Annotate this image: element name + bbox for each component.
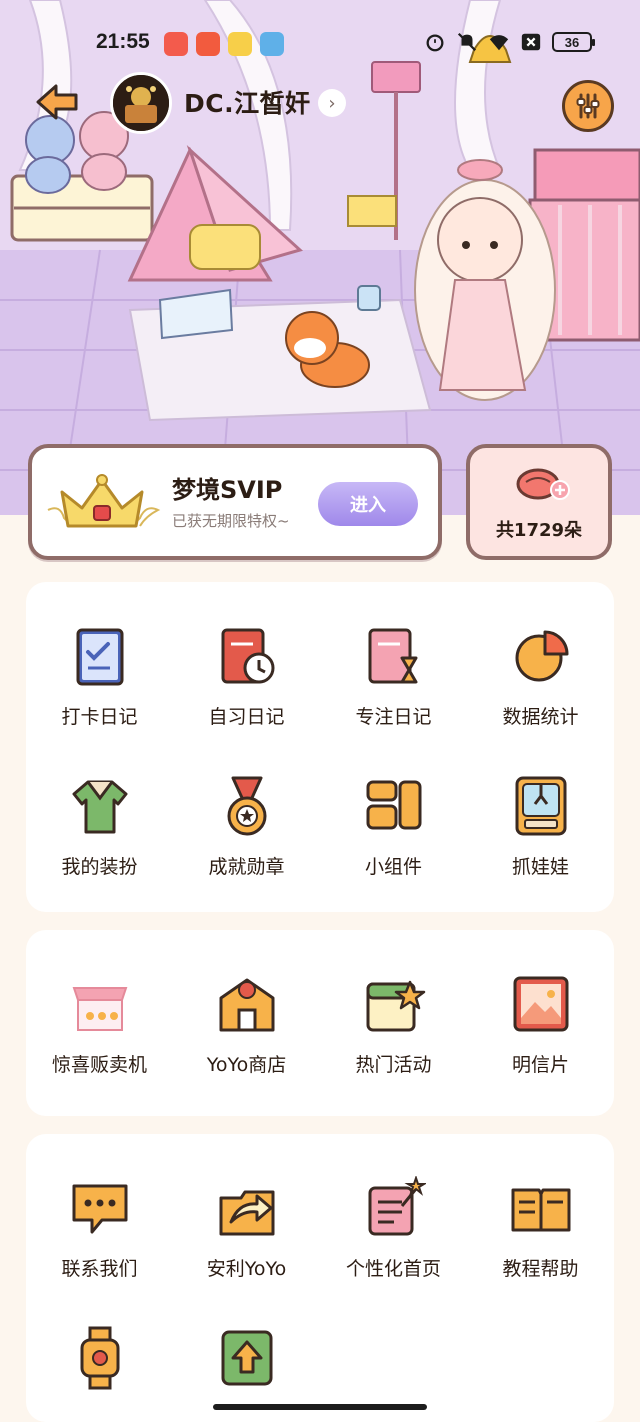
mute-icon xyxy=(457,32,477,52)
vip-card[interactable]: 梦境SVIP 已获无期限特权~ 进入 xyxy=(28,444,442,560)
grid-item-tutorial-help[interactable]: 教程帮助 xyxy=(467,1176,614,1281)
settings-button[interactable] xyxy=(562,80,614,132)
grid-item-watch[interactable] xyxy=(26,1326,173,1404)
feature-grid-other: 联系我们 安利YoYo 个性化首页 教程帮助 xyxy=(26,1134,614,1422)
grid-item-claw-machine[interactable]: 抓娃娃 xyxy=(467,774,614,879)
grid-item-label: 自习日记 xyxy=(208,706,285,728)
watch-icon xyxy=(80,1326,119,1390)
grid-item-share-yoyo[interactable]: 安利YoYo xyxy=(173,1176,320,1281)
grid-item-label: 惊喜贩卖机 xyxy=(51,1054,147,1076)
grid-item-label: 教程帮助 xyxy=(502,1258,579,1280)
grid-item-widgets[interactable]: 小组件 xyxy=(320,774,467,879)
grid-item-label: 安利YoYo xyxy=(206,1258,287,1280)
grid-item-label: 专注日记 xyxy=(355,706,432,728)
grid-item-vending-machine[interactable]: 惊喜贩卖机 xyxy=(26,972,173,1077)
user-name[interactable]: DC.江皙奸 xyxy=(184,84,311,120)
grid-item-label: 我的装扮 xyxy=(61,856,138,878)
room-scene xyxy=(0,0,640,515)
pie-chart-icon xyxy=(515,630,568,682)
sliders-icon xyxy=(576,93,600,119)
vip-enter-button[interactable]: 进入 xyxy=(318,482,418,526)
chevron-right-icon[interactable]: › xyxy=(318,89,346,117)
vending-machine-icon xyxy=(72,987,127,1031)
avatar-image xyxy=(113,75,169,131)
study-diary-icon xyxy=(221,628,274,684)
postcard-icon xyxy=(513,976,568,1032)
grid-item-label: YoYo商店 xyxy=(206,1054,287,1076)
outfit-icon xyxy=(72,780,127,834)
grid-item-study-diary[interactable]: 自习日记 xyxy=(173,624,320,729)
back-button[interactable] xyxy=(34,82,80,122)
battery-indicator: 36 xyxy=(552,32,595,52)
status-bar: 21:55 36 xyxy=(0,20,640,66)
grid-item-label: 打卡日记 xyxy=(61,706,138,728)
weibo-icon xyxy=(164,32,188,56)
grid-item-label: 明信片 xyxy=(511,1054,569,1076)
chat-bubble-icon xyxy=(72,1184,127,1234)
close-box-icon xyxy=(521,33,541,51)
vip-subtitle: 已获无期限特权~ xyxy=(172,512,290,530)
grid-item-label: 联系我们 xyxy=(61,1258,138,1280)
grid-item-postcard[interactable]: 明信片 xyxy=(467,972,614,1077)
grid-item-statistics[interactable]: 数据统计 xyxy=(467,624,614,729)
wifi-icon xyxy=(489,35,509,51)
focus-diary-icon xyxy=(368,628,417,684)
book-icon xyxy=(511,1188,570,1232)
grid-item-label: 小组件 xyxy=(364,856,422,878)
share-icon xyxy=(219,1190,274,1236)
personalize-icon xyxy=(368,1176,426,1236)
app-icon xyxy=(228,32,252,56)
grid-item-label: 数据统计 xyxy=(502,706,579,728)
vip-title: 梦境SVIP xyxy=(172,476,283,504)
crown-icon xyxy=(47,474,161,528)
home-indicator[interactable] xyxy=(213,1404,427,1410)
grid-item-label: 个性化首页 xyxy=(345,1258,441,1280)
app-icon xyxy=(196,32,220,56)
alarm-icon xyxy=(426,34,444,52)
battery-level: 36 xyxy=(564,34,580,50)
feature-grid-shop: 惊喜贩卖机 YoYo商店 热门活动 明信片 xyxy=(26,930,614,1116)
room-illustration xyxy=(0,0,640,515)
grid-item-upload[interactable] xyxy=(173,1326,320,1404)
grid-item-shop[interactable]: YoYo商店 xyxy=(173,972,320,1077)
app-icon xyxy=(260,32,284,56)
status-right: 36 xyxy=(424,30,595,54)
grid-item-focus-diary[interactable]: 专注日记 xyxy=(320,624,467,729)
grid-item-outfit[interactable]: 我的装扮 xyxy=(26,774,173,879)
grid-item-label: 热门活动 xyxy=(355,1054,432,1076)
grid-item-contact-us[interactable]: 联系我们 xyxy=(26,1176,173,1281)
upload-icon xyxy=(221,1330,272,1386)
status-time: 21:55 xyxy=(96,30,150,53)
shop-icon xyxy=(219,978,274,1032)
flower-icon xyxy=(516,468,570,500)
grid-item-checkin-diary[interactable]: 打卡日记 xyxy=(26,624,173,729)
grid-item-label: 成就勋章 xyxy=(208,856,285,878)
flower-card[interactable]: 共1729朵 xyxy=(466,444,612,560)
back-arrow-icon xyxy=(36,84,78,120)
claw-machine-icon xyxy=(515,776,566,836)
flower-count: 共1729朵 xyxy=(495,520,583,541)
feature-grid-main: 打卡日记 自习日记 专注日记 数据统计 我的装扮 成就勋章 小组件 抓娃娃 xyxy=(26,582,614,912)
grid-item-medals[interactable]: 成就勋章 xyxy=(173,774,320,879)
avatar[interactable] xyxy=(110,72,172,134)
checklist-diary-icon xyxy=(76,628,123,686)
calendar-star-icon xyxy=(366,980,425,1032)
grid-item-personalize-home[interactable]: 个性化首页 xyxy=(320,1176,467,1281)
grid-item-hot-events[interactable]: 热门活动 xyxy=(320,972,467,1077)
medal-icon xyxy=(227,776,266,836)
grid-item-label: 抓娃娃 xyxy=(511,856,569,878)
widget-icon xyxy=(366,780,421,830)
